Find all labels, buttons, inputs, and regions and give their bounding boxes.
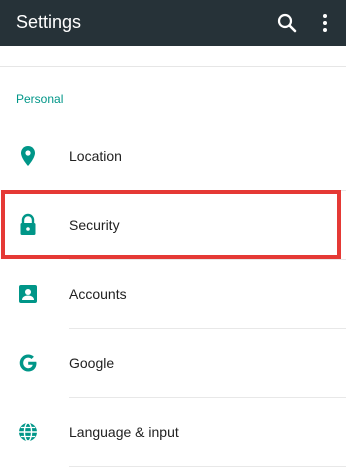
settings-item-label: Location xyxy=(69,148,122,164)
settings-item-location[interactable]: Location xyxy=(0,122,346,190)
location-pin-icon xyxy=(16,144,40,168)
settings-item-label: Accounts xyxy=(69,286,127,302)
app-bar: Settings xyxy=(0,0,346,46)
page-title: Settings xyxy=(16,12,82,32)
section-header-personal: Personal xyxy=(16,92,64,106)
google-g-icon xyxy=(16,351,40,375)
settings-item-google[interactable]: Google xyxy=(0,329,346,397)
settings-item-accounts[interactable]: Accounts xyxy=(0,260,346,328)
more-vert-icon[interactable] xyxy=(316,12,334,34)
globe-icon xyxy=(16,420,40,444)
top-divider-strip xyxy=(0,46,346,67)
settings-item-language-input[interactable]: Language & input xyxy=(0,398,346,466)
divider xyxy=(69,466,346,467)
settings-item-label: Language & input xyxy=(69,424,179,440)
account-box-icon xyxy=(16,282,40,306)
settings-item-label: Google xyxy=(69,355,115,371)
security-highlight-box xyxy=(1,190,341,259)
search-icon[interactable] xyxy=(276,12,298,34)
